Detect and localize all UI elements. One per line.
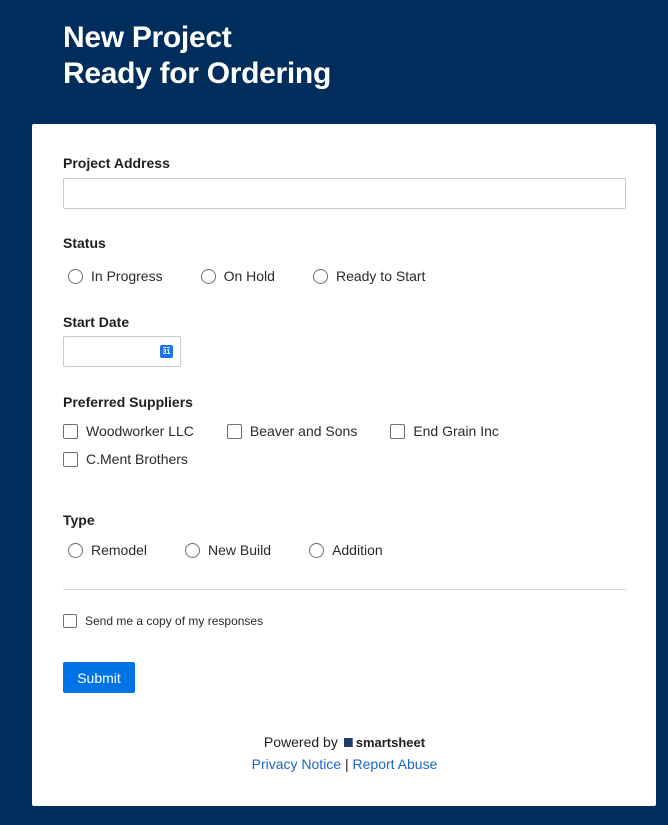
status-option-label: On Hold bbox=[223, 268, 275, 284]
type-option-addition[interactable]: Addition bbox=[304, 542, 383, 558]
powered-by: Powered by smartsheet bbox=[63, 734, 626, 750]
supplier-option-c-ment-brothers[interactable]: C.Ment Brothers bbox=[63, 451, 188, 467]
supplier-option-beaver-and-sons[interactable]: Beaver and Sons bbox=[226, 423, 358, 439]
form-header: New Project Ready for Ordering bbox=[63, 20, 331, 92]
checkbox[interactable] bbox=[63, 423, 78, 439]
project-address-input[interactable] bbox=[63, 178, 626, 209]
type-options: Remodel New Build Addition bbox=[63, 542, 416, 558]
smartsheet-icon bbox=[343, 738, 353, 747]
start-date-input[interactable]: 31 bbox=[63, 336, 181, 367]
form-title-line1: New Project bbox=[63, 21, 232, 54]
supplier-options-row-1: Woodworker LLC Beaver and Sons End Grain… bbox=[63, 423, 532, 439]
checkbox[interactable] bbox=[390, 423, 406, 439]
type-option-label: Addition bbox=[332, 542, 383, 558]
supplier-option-label: C.Ment Brothers bbox=[86, 451, 188, 467]
smartsheet-logo[interactable]: smartsheet bbox=[342, 735, 425, 750]
type-option-new-build[interactable]: New Build bbox=[180, 542, 271, 558]
status-option-in-progress[interactable]: In Progress bbox=[63, 268, 163, 284]
supplier-option-label: Beaver and Sons bbox=[249, 423, 358, 439]
status-option-on-hold[interactable]: On Hold bbox=[196, 268, 275, 284]
supplier-option-label: End Grain Inc bbox=[413, 423, 499, 439]
status-option-ready-to-start[interactable]: Ready to Start bbox=[308, 268, 426, 284]
radio-button[interactable] bbox=[185, 542, 201, 558]
checkbox[interactable] bbox=[63, 451, 78, 467]
radio-button[interactable] bbox=[309, 542, 325, 558]
type-option-remodel[interactable]: Remodel bbox=[63, 542, 147, 558]
calendar-icon[interactable]: 31 bbox=[160, 345, 173, 358]
powered-by-text: Powered by bbox=[263, 734, 338, 750]
section-divider bbox=[63, 589, 626, 590]
send-copy-checkbox[interactable] bbox=[63, 614, 77, 628]
report-abuse-link[interactable]: Report Abuse bbox=[353, 756, 438, 772]
project-address-label: Project Address bbox=[63, 155, 170, 171]
form-card: Project Address Status In Progress On Ho… bbox=[32, 124, 656, 806]
radio-button[interactable] bbox=[68, 268, 83, 284]
status-options: In Progress On Hold Ready to Start bbox=[63, 268, 458, 284]
radio-button[interactable] bbox=[68, 542, 83, 558]
status-option-label: Ready to Start bbox=[335, 268, 426, 284]
privacy-notice-link[interactable]: Privacy Notice bbox=[252, 756, 341, 772]
checkbox[interactable] bbox=[226, 423, 242, 439]
form-title-line2: Ready for Ordering bbox=[63, 57, 331, 90]
type-option-label: New Build bbox=[208, 542, 272, 558]
radio-button[interactable] bbox=[312, 268, 328, 284]
supplier-option-label: Woodworker LLC bbox=[86, 423, 194, 439]
start-date-label: Start Date bbox=[63, 314, 130, 330]
preferred-suppliers-label: Preferred Suppliers bbox=[63, 394, 193, 410]
send-copy-option[interactable]: Send me a copy of my responses bbox=[63, 614, 263, 628]
status-option-label: In Progress bbox=[91, 268, 163, 284]
radio-button[interactable] bbox=[200, 268, 216, 284]
type-label: Type bbox=[63, 512, 95, 528]
footer-links: Privacy Notice | Report Abuse bbox=[63, 756, 626, 772]
supplier-options-row-2: C.Ment Brothers bbox=[63, 451, 221, 467]
status-label: Status bbox=[63, 235, 106, 251]
supplier-option-end-grain-inc[interactable]: End Grain Inc bbox=[390, 423, 499, 439]
smartsheet-brand-text: smartsheet bbox=[355, 735, 426, 750]
send-copy-label: Send me a copy of my responses bbox=[85, 614, 264, 628]
footer-separator: | bbox=[344, 756, 349, 772]
submit-button[interactable]: Submit bbox=[63, 662, 135, 693]
supplier-option-woodworker-llc[interactable]: Woodworker LLC bbox=[63, 423, 194, 439]
type-option-label: Remodel bbox=[91, 542, 148, 558]
